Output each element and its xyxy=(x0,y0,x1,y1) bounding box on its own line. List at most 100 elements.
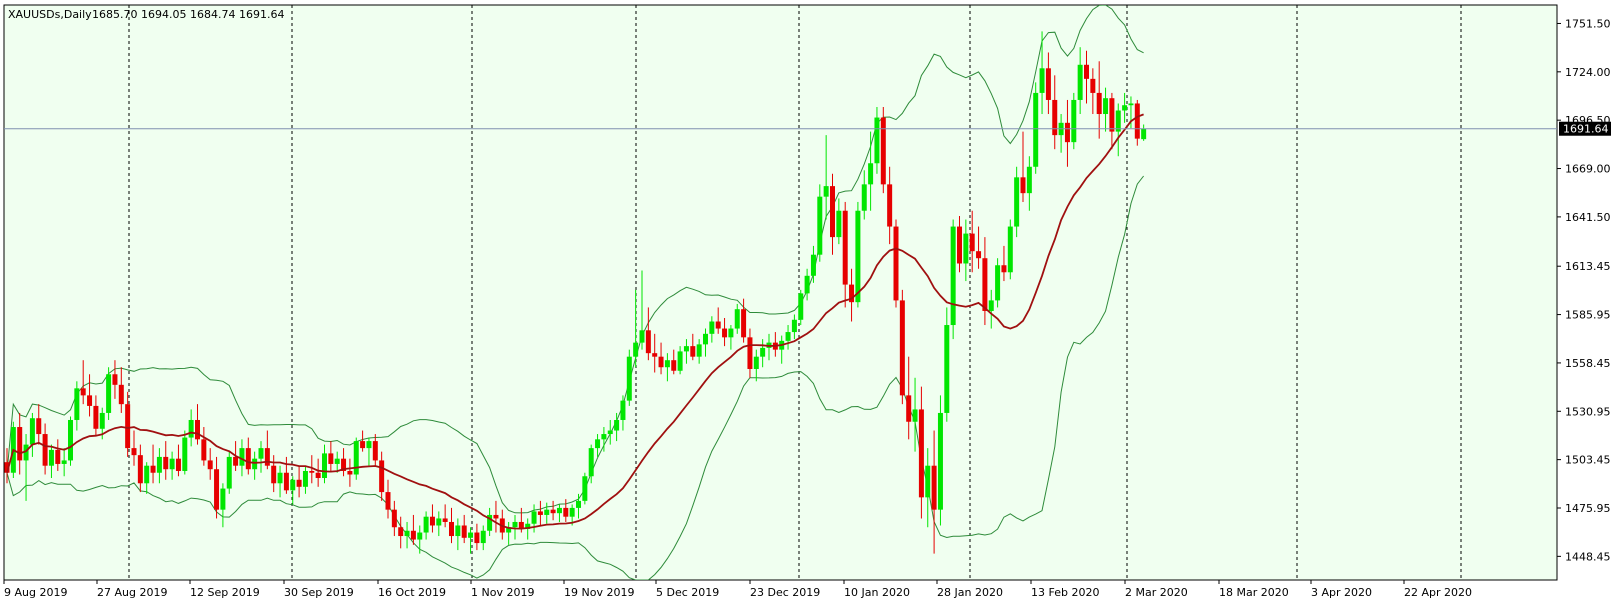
candle-body xyxy=(220,488,226,510)
candle-body xyxy=(1128,103,1134,106)
x-tick-label: 13 Feb 2020 xyxy=(1031,586,1099,599)
candle-body xyxy=(182,437,188,471)
candle-body xyxy=(874,117,880,164)
candle-body xyxy=(474,532,480,544)
candle-body xyxy=(753,356,759,369)
candle-body xyxy=(550,509,556,514)
candle-body xyxy=(760,347,766,357)
y-tick-label: 1641.50 xyxy=(1565,211,1611,224)
candle-body xyxy=(722,328,728,338)
candle-body xyxy=(664,360,670,368)
candle-body xyxy=(87,395,93,406)
candle xyxy=(68,416,73,466)
y-tick-label: 1724.00 xyxy=(1565,66,1611,79)
candle-body xyxy=(652,353,658,357)
candle-body xyxy=(982,258,988,311)
chart-window: 1751.50 1724.00 1696.50 1669.00 1641.50 1613.… xyxy=(0,0,1611,605)
x-tick-label: 5 Dec 2019 xyxy=(656,586,719,599)
x-tick-label: 28 Jan 2020 xyxy=(937,586,1003,599)
candle-body xyxy=(937,412,943,510)
candle-body xyxy=(601,434,607,440)
candle-body xyxy=(1109,98,1115,132)
candle-body xyxy=(398,527,404,537)
x-tick-label: 1 Nov 2019 xyxy=(471,586,534,599)
candle-body xyxy=(607,430,613,435)
candle-body xyxy=(385,492,391,510)
candle-body xyxy=(42,434,48,466)
candle-body xyxy=(995,265,1001,301)
y-tick-label: 1530.95 xyxy=(1565,405,1611,418)
candle-body xyxy=(106,374,112,413)
candle-body xyxy=(118,384,124,405)
candle-body xyxy=(315,472,321,479)
y-tick-label: 1613.45 xyxy=(1565,260,1611,273)
candle-body xyxy=(861,184,867,211)
candle-body xyxy=(156,456,162,473)
candle-body xyxy=(1014,177,1020,227)
candle-body xyxy=(125,404,131,449)
candle-body xyxy=(887,184,893,227)
candle-body xyxy=(677,351,683,371)
candle-body xyxy=(715,321,721,329)
candle-body xyxy=(918,409,924,498)
candle-body xyxy=(271,465,277,484)
candle xyxy=(582,472,588,505)
x-tick-label: 30 Sep 2019 xyxy=(284,586,354,599)
candle-body xyxy=(747,337,753,369)
candle-body xyxy=(99,412,105,429)
candle-body xyxy=(468,532,474,538)
candle xyxy=(1014,166,1020,238)
candle-body xyxy=(296,479,302,487)
candle-body xyxy=(633,342,639,357)
candle-body xyxy=(144,465,150,484)
candle xyxy=(995,258,1001,308)
candle-body xyxy=(417,532,423,540)
candle-body xyxy=(906,395,912,422)
candle-body xyxy=(1007,226,1013,273)
candle-body xyxy=(950,226,956,326)
candle-body xyxy=(512,521,518,528)
candle xyxy=(226,451,232,494)
candle-body xyxy=(1103,98,1109,115)
candle-body xyxy=(963,233,969,264)
y-tick-label: 1558.45 xyxy=(1565,357,1611,370)
candle-body xyxy=(1001,265,1007,273)
candle-body xyxy=(1071,99,1077,143)
candle-body xyxy=(798,293,804,320)
candle-body xyxy=(696,344,702,357)
candle-body xyxy=(969,233,975,252)
y-tick-label: 1448.45 xyxy=(1565,550,1611,563)
candle-body xyxy=(55,449,61,464)
candle-body xyxy=(214,469,220,510)
candle-body xyxy=(683,346,689,352)
candle-body xyxy=(366,441,372,449)
candle-body xyxy=(68,419,73,461)
candle-body xyxy=(195,419,200,440)
candle-body xyxy=(131,448,137,456)
candle-body xyxy=(1084,64,1089,79)
candle-body xyxy=(741,309,747,338)
candle-body xyxy=(709,321,715,334)
candle-body xyxy=(1134,103,1140,139)
candle-body xyxy=(353,441,359,475)
candle-body xyxy=(645,330,651,354)
candle-body xyxy=(804,275,810,294)
candle-body xyxy=(334,458,340,464)
candle-body xyxy=(461,525,467,538)
candle-body xyxy=(252,458,258,470)
candle-body xyxy=(455,525,461,537)
candle-body xyxy=(328,453,334,464)
candle-body xyxy=(436,518,442,526)
candle-body xyxy=(480,530,486,544)
candle xyxy=(880,106,886,194)
candle-body xyxy=(791,319,797,333)
candle-body xyxy=(639,330,645,343)
candle-body xyxy=(1026,166,1032,194)
candle-body xyxy=(614,419,620,431)
candle-body xyxy=(620,400,626,420)
candle-body xyxy=(80,388,86,396)
y-tick-label: 1751.50 xyxy=(1565,17,1611,30)
candle-body xyxy=(912,409,918,422)
candle-body xyxy=(169,458,175,470)
candle-body xyxy=(1122,105,1128,111)
